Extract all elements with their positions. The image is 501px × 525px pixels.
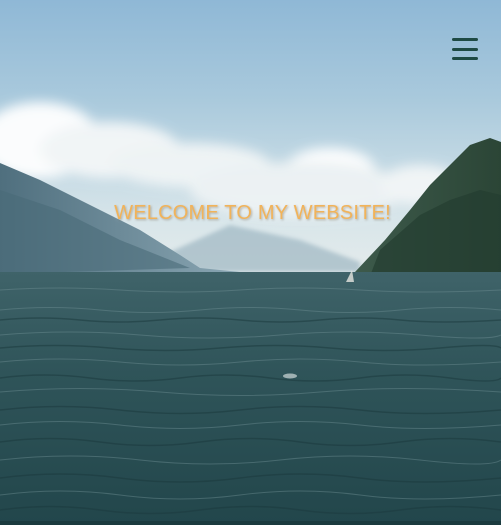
page-bottom-edge [0,521,501,525]
hero-background-image [0,0,501,525]
hero-title: WELCOME TO MY WEBSITE! [114,202,391,224]
hamburger-menu-icon [452,38,478,41]
menu-button[interactable] [452,36,480,62]
hero-section: WELCOME TO MY WEBSITE! [0,0,501,525]
